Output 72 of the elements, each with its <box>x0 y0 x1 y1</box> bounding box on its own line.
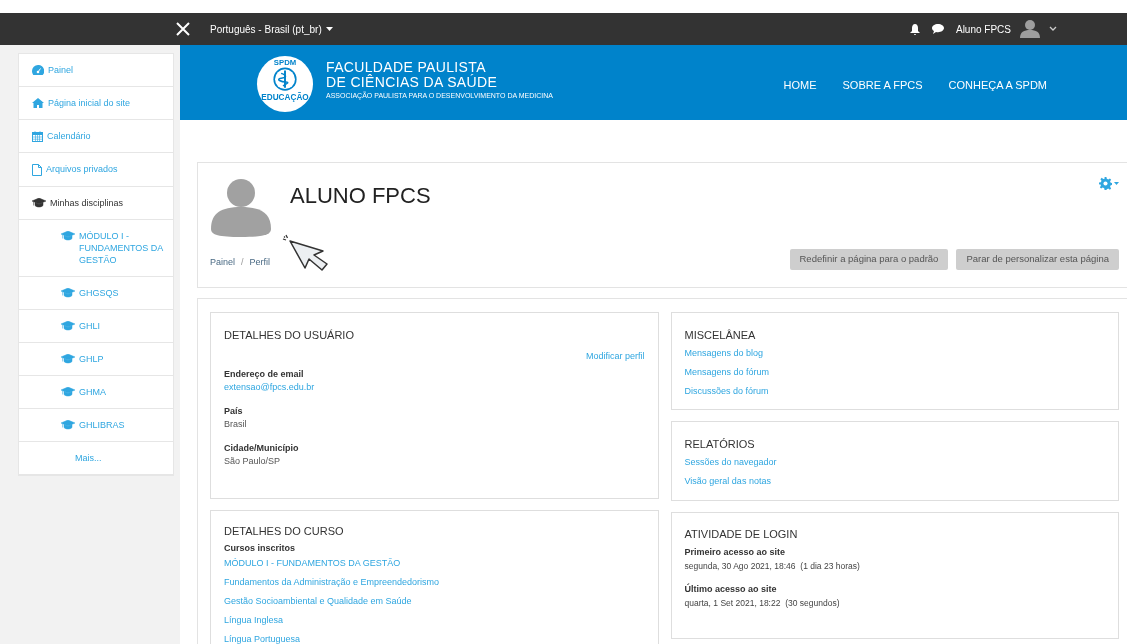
chevron-down-icon[interactable] <box>1049 26 1057 32</box>
settings-icon[interactable] <box>1099 177 1112 190</box>
calendar-icon <box>32 131 43 142</box>
link[interactable]: Fundamentos da Administração e Empreendedorismo <box>224 575 645 588</box>
link[interactable]: extensao@fpcs.edu.br <box>224 380 645 393</box>
home-icon <box>32 98 44 108</box>
link[interactable]: Discussões do fórum <box>684 384 1105 397</box>
sidebar-item[interactable]: MÓDULO I - FUNDAMENTOS DA GESTÃO <box>19 220 173 277</box>
close-icon[interactable] <box>176 22 190 36</box>
link[interactable]: Mensagens do fórum <box>684 365 1105 378</box>
field-label: Cursos inscritos <box>224 541 297 554</box>
link[interactable]: Sessões do navegador <box>684 455 1105 468</box>
link[interactable]: Visão geral das notas <box>684 474 1105 487</box>
caret-icon <box>325 27 333 31</box>
graduation-cap-icon <box>61 387 75 397</box>
graduation-cap-icon <box>61 321 75 331</box>
settings-menu[interactable] <box>1099 177 1119 190</box>
graduation-cap-icon <box>61 288 75 298</box>
sidebar-item[interactable]: Calendário <box>19 120 173 153</box>
field-value: São Paulo/SP <box>224 454 282 467</box>
sidebar-item[interactable]: GHMA <box>19 376 173 409</box>
file-icon <box>32 164 42 176</box>
breadcrumb-separator: / <box>241 255 244 269</box>
caret-icon[interactable] <box>1114 182 1119 185</box>
link[interactable]: MÓDULO I - FUNDAMENTOS DA GESTÃO <box>224 556 645 569</box>
user-avatar-icon[interactable] <box>1019 18 1041 40</box>
sidebar-item[interactable]: Mais... <box>19 442 173 475</box>
sidebar-item[interactable]: Painel <box>19 54 173 87</box>
field-value: segunda, 30 Ago 2021, 18:46 (1 dia 23 horas) <box>684 559 861 572</box>
field-label: Endereço de email <box>224 367 305 380</box>
breadcrumb-link[interactable]: Perfil <box>249 255 271 269</box>
site-title: FACULDADE PAULISTA <box>326 60 486 75</box>
graduation-cap-icon <box>61 354 75 364</box>
field-label: Primeiro acesso ao site <box>684 545 787 558</box>
graduation-cap-icon <box>61 231 75 241</box>
field-label: Último acesso ao site <box>684 582 778 595</box>
graduation-cap-icon <box>32 198 46 208</box>
link[interactable]: Língua Inglesa <box>224 613 645 626</box>
card-title: DETALHES DO USUÁRIO <box>224 328 355 343</box>
dashboard-icon <box>32 65 44 75</box>
link[interactable]: Gestão Socioambiental e Qualidade em Saúde <box>224 594 645 607</box>
breadcrumb-link[interactable]: Painel <box>210 255 236 269</box>
bell-icon[interactable] <box>909 23 920 35</box>
field-label: Cidade/Município <box>224 441 300 454</box>
sidebar-item[interactable]: Página inicial do site <box>19 87 173 120</box>
nav-link[interactable]: CONHEÇA A SPDM <box>948 77 1047 94</box>
card-title: DETALHES DO CURSO <box>224 524 345 539</box>
profile-name: ALUNO FPCS <box>290 182 431 210</box>
nav-link[interactable]: SOBRE A FPCS <box>842 77 923 94</box>
field-label: País <box>224 404 244 417</box>
card-title: MISCELÂNEA <box>684 328 757 343</box>
page-button[interactable]: Redefinir a página para o padrão <box>789 249 949 270</box>
user-name[interactable]: Aluno FPCS <box>955 21 1011 37</box>
sidebar-item[interactable]: Minhas disciplinas <box>19 187 173 220</box>
nav-link[interactable]: HOME <box>783 77 817 94</box>
sidebar-item[interactable]: GHLP <box>19 343 173 376</box>
graduation-cap-icon <box>61 420 75 430</box>
sidebar-item[interactable]: GHGSQS <box>19 277 173 310</box>
site-title: DE CIÊNCIAS DA SAÚDE <box>326 75 499 90</box>
page-button[interactable]: Parar de personalizar esta página <box>956 249 1119 270</box>
link[interactable]: Modificar perfil <box>585 349 645 362</box>
card-title: RELATÓRIOS <box>684 437 756 452</box>
sidebar-item[interactable]: Arquivos privados <box>19 153 173 187</box>
language-menu[interactable]: Português - Brasil (pt_br) <box>210 21 333 37</box>
sidebar-item[interactable]: GHLIBRAS <box>19 409 173 442</box>
field-value: quarta, 1 Set 2021, 18:22 (30 segundos) <box>684 596 841 609</box>
card-title: ATIVIDADE DE LOGIN <box>684 527 799 542</box>
sidebar-item[interactable]: GHLI <box>19 310 173 343</box>
chat-icon[interactable] <box>931 24 944 34</box>
field-value: Brasil <box>224 417 248 430</box>
link[interactable]: Mensagens do blog <box>684 346 1105 359</box>
link[interactable]: Língua Portuguesa <box>224 632 645 644</box>
